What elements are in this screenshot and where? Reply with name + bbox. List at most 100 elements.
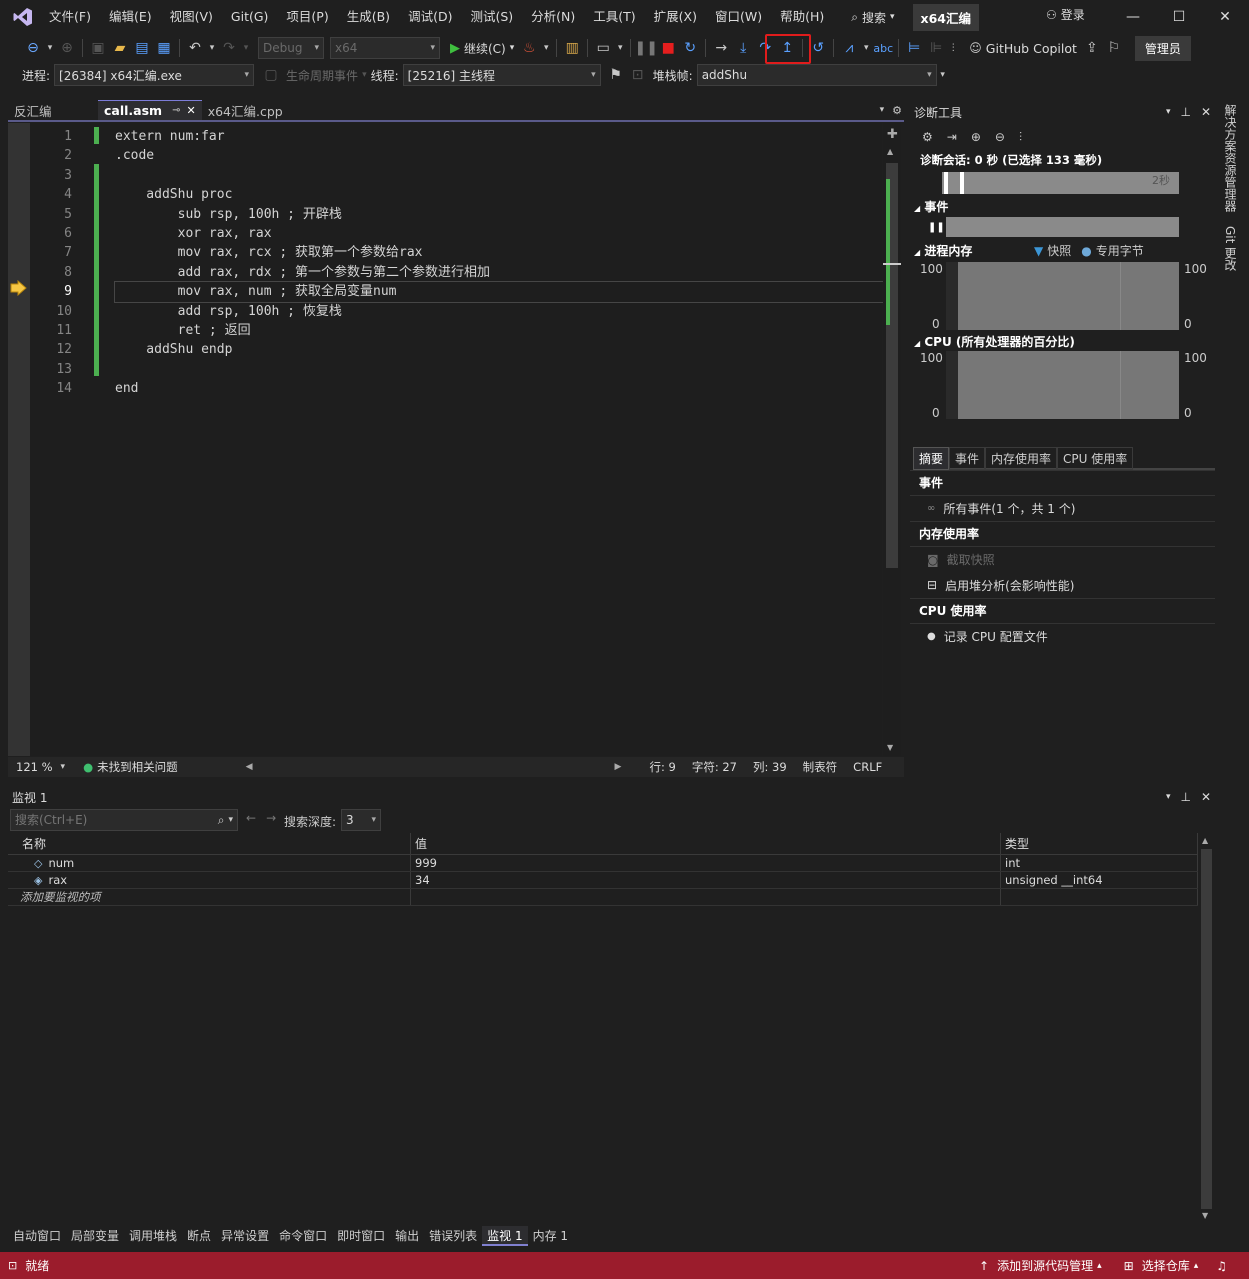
spellcheck-icon[interactable]: abc	[872, 37, 894, 59]
notifications-bell-icon[interactable]: ♫	[1216, 1259, 1227, 1273]
save-icon[interactable]: ▤	[131, 37, 153, 59]
tool-tab[interactable]: 自动窗口	[8, 1226, 66, 1246]
save-all-icon[interactable]: ▦	[153, 37, 175, 59]
forward-arrow-icon[interactable]: →	[266, 811, 276, 825]
hot-reload-icon[interactable]: ♨	[518, 37, 540, 59]
solution-name[interactable]: x64汇编	[912, 3, 980, 31]
add-to-source-control-button[interactable]: 添加到源代码管理	[997, 1257, 1093, 1274]
code-line[interactable]	[115, 166, 885, 185]
collapse-icon[interactable]: ◢	[914, 248, 920, 257]
tool-tab[interactable]: 即时窗口	[332, 1226, 390, 1246]
redo-icon[interactable]: ↷	[218, 37, 240, 59]
collapse-icon[interactable]: ◢	[914, 204, 920, 213]
chevron-down-icon[interactable]: ▾	[614, 37, 626, 59]
tool-tab[interactable]: 内存 1	[528, 1226, 573, 1246]
tool-tab[interactable]: 局部变量	[66, 1226, 124, 1246]
more-icon[interactable]: ⋮	[947, 37, 959, 59]
menu-item[interactable]: 调试(D)	[399, 0, 461, 34]
navigate-forward-icon[interactable]: ⊕	[56, 37, 78, 59]
horizontal-scrollbar[interactable]	[258, 760, 609, 774]
open-file-icon[interactable]: ▥	[561, 37, 583, 59]
zoom-out-icon[interactable]: ⊖	[995, 130, 1005, 144]
pause-icon[interactable]: ❚❚	[635, 37, 658, 59]
tab-x64-cpp[interactable]: x64汇编.cpp	[202, 100, 289, 120]
select-repository-button[interactable]: 选择仓库	[1142, 1257, 1190, 1274]
layout-icon[interactable]: ▭	[592, 37, 614, 59]
heap-profiling-button[interactable]: ⊟ 启用堆分析(会影响性能)	[910, 572, 1215, 598]
watch-scrollbar[interactable]: ▲ ▼	[1198, 833, 1215, 1225]
code-line[interactable]: add rax, rdx ; 第一个参数与第二个参数进行相加	[115, 263, 885, 282]
scroll-thumb[interactable]	[1201, 849, 1212, 1209]
tab-list-dropdown-icon[interactable]: ▾	[880, 105, 885, 115]
column-type[interactable]: 类型	[1001, 833, 1198, 854]
watch-name-cell[interactable]: ◈ rax	[8, 872, 411, 888]
menu-item[interactable]: 生成(B)	[338, 0, 399, 34]
add-watch-row[interactable]: 添加要监视的项	[8, 889, 1198, 906]
timeline-selection-start[interactable]	[944, 172, 948, 194]
admin-badge[interactable]: 管理员	[1134, 35, 1191, 61]
watch-row[interactable]: ◈ rax 34 unsigned __int64	[8, 872, 1198, 889]
menu-item[interactable]: 窗口(W)	[706, 0, 771, 34]
watch-search-input[interactable]	[11, 813, 218, 827]
code-line[interactable]	[115, 360, 885, 379]
chevron-down-icon[interactable]: ▾	[61, 762, 66, 772]
feedback-icon[interactable]: ⚐	[1103, 37, 1125, 59]
watch-search-box[interactable]: ⌕ ▾	[10, 809, 238, 831]
record-cpu-profile-button[interactable]: ● 记录 CPU 配置文件	[910, 623, 1215, 649]
code-line[interactable]: addShu proc	[115, 185, 885, 204]
settings-gear-icon[interactable]: ⚙	[922, 130, 933, 144]
menu-item[interactable]: 文件(F)	[40, 0, 100, 34]
scroll-left-icon[interactable]: ◀	[246, 762, 253, 772]
code-line[interactable]: xor rax, rax	[115, 224, 885, 243]
column-name[interactable]: 名称	[8, 833, 411, 854]
caret-up-icon[interactable]: ▴	[1194, 1261, 1199, 1271]
pin-icon[interactable]: ⊸	[172, 105, 180, 116]
share-icon[interactable]: ⇪	[1081, 37, 1103, 59]
code-line[interactable]: ret ; 返回	[115, 321, 885, 340]
continue-button[interactable]: ▶ 继续(C) ▾	[446, 40, 518, 57]
close-icon[interactable]: ✕	[1201, 105, 1211, 119]
eol-indicator[interactable]: CRLF	[845, 760, 890, 774]
tab-disassembly[interactable]: 反汇编	[8, 100, 98, 120]
tab-events[interactable]: 事件	[949, 446, 986, 470]
flag-icon[interactable]: ⚑	[605, 64, 627, 86]
stop-icon[interactable]: ■	[657, 37, 679, 59]
menu-item[interactable]: 测试(S)	[461, 0, 522, 34]
code-line[interactable]: .code	[115, 146, 885, 165]
menu-item[interactable]: 帮助(H)	[771, 0, 833, 34]
tab-memory-usage[interactable]: 内存使用率	[985, 446, 1058, 470]
scroll-up-icon[interactable]: ▲	[887, 147, 893, 156]
timeline-selection-end[interactable]	[960, 172, 964, 194]
chevron-down-icon[interactable]: ▾	[1166, 792, 1171, 802]
login-button[interactable]: ⚇ 登录	[1046, 6, 1085, 23]
tabs-indicator[interactable]: 制表符	[795, 759, 846, 775]
code-line[interactable]: addShu endp	[115, 340, 885, 359]
comment-icon[interactable]: ⊫	[925, 37, 947, 59]
chevron-down-icon[interactable]: ▾	[240, 37, 252, 59]
split-icon[interactable]: ✚	[887, 127, 898, 142]
export-icon[interactable]: ⇥	[947, 130, 957, 144]
restart-icon[interactable]: ↻	[679, 37, 701, 59]
format-icon[interactable]: ⊨	[903, 37, 925, 59]
zoom-level[interactable]: 121 %	[8, 760, 61, 774]
chart-icon[interactable]: ⩘	[838, 37, 860, 59]
add-watch-placeholder[interactable]: 添加要监视的项	[8, 889, 411, 905]
minimize-button[interactable]: —	[1110, 0, 1156, 34]
settings-gear-icon[interactable]: ⚙	[892, 104, 902, 117]
watch-value[interactable]: 34	[411, 872, 1001, 888]
navigate-back-icon[interactable]: ⊖	[22, 37, 44, 59]
tool-tab[interactable]: 异常设置	[216, 1226, 274, 1246]
caret-up-icon[interactable]: ▴	[1097, 1261, 1102, 1271]
chevron-down-icon[interactable]: ▾	[228, 815, 233, 825]
tab-summary[interactable]: 摘要	[913, 446, 950, 470]
zoom-in-icon[interactable]: ⊕	[971, 130, 981, 144]
menu-item[interactable]: 项目(P)	[277, 0, 337, 34]
stackframe-select[interactable]: addShu ▾	[696, 64, 937, 86]
chevron-down-icon[interactable]: ▾	[860, 37, 872, 59]
scroll-right-icon[interactable]: ▶	[615, 762, 622, 772]
visual-studio-logo-icon[interactable]	[6, 0, 40, 34]
column-value[interactable]: 值	[411, 833, 1001, 854]
scroll-up-icon[interactable]: ▲	[1202, 836, 1208, 845]
tab-cpu-usage[interactable]: CPU 使用率	[1057, 446, 1134, 470]
undo-icon[interactable]: ↶	[184, 37, 206, 59]
